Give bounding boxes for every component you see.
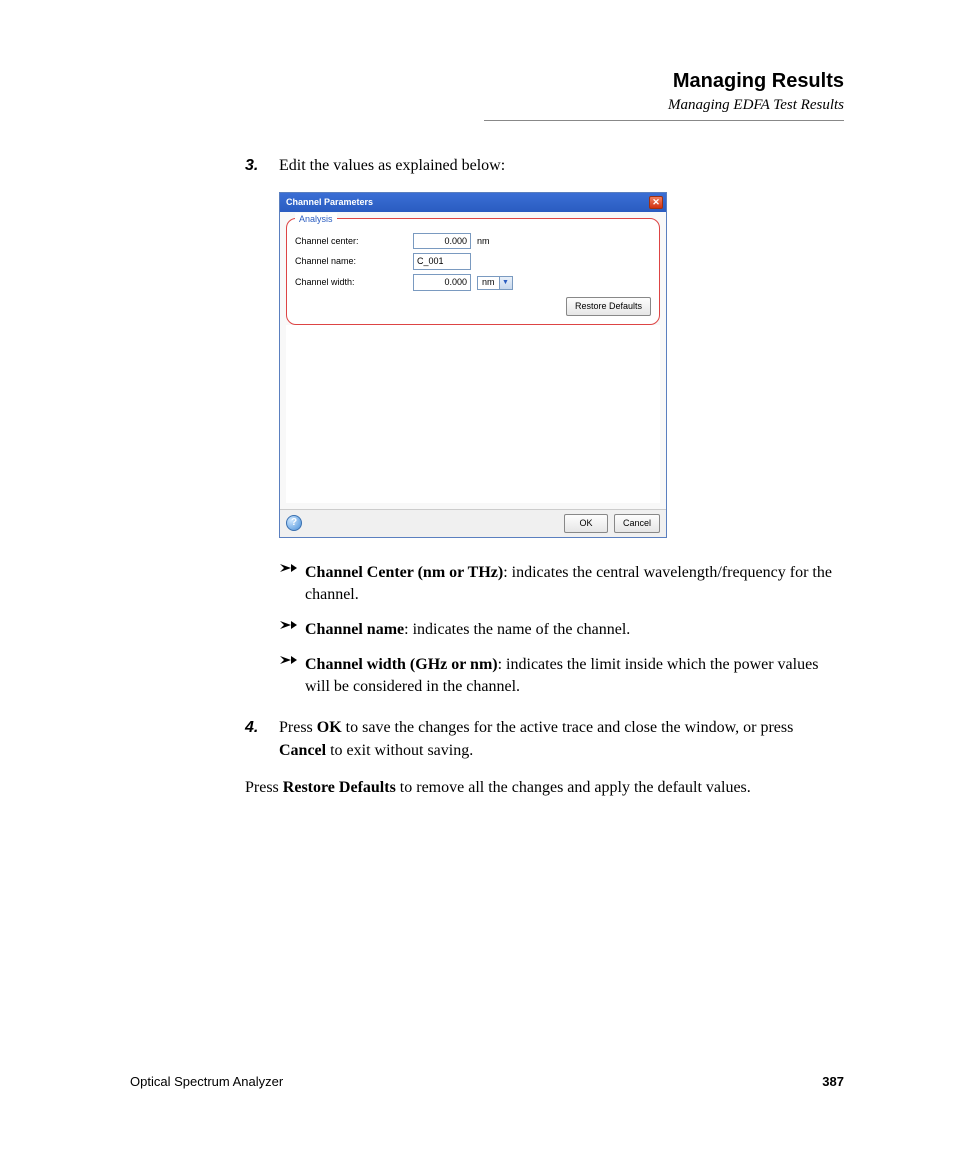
combo-channel-width-unit[interactable]: nm ▼ (477, 276, 513, 290)
step-number: 3. (245, 155, 279, 178)
dialog-button-bar: ? OK Cancel (280, 509, 666, 537)
help-icon[interactable]: ? (286, 515, 302, 531)
step-3: 3. Edit the values as explained below: (245, 155, 844, 178)
label-channel-width: Channel width: (295, 276, 413, 289)
bullet-term: Channel width (GHz or nm) (305, 656, 498, 673)
bullet-term: Channel Center (nm or THz) (305, 564, 503, 581)
header-rule (484, 120, 844, 121)
section-subtitle: Managing EDFA Test Results (130, 97, 844, 114)
arrow-icon (279, 654, 305, 699)
chevron-down-icon: ▼ (499, 277, 512, 289)
step-text: Press OK to save the changes for the act… (279, 717, 844, 762)
step-number: 4. (245, 717, 279, 762)
closing-paragraph: Press Restore Defaults to remove all the… (245, 777, 844, 800)
close-icon[interactable]: ✕ (649, 196, 663, 209)
combo-text: nm (478, 276, 499, 289)
row-channel-width: Channel width: 0.000 nm ▼ (295, 274, 651, 291)
channel-parameters-dialog: Channel Parameters ✕ Analysis Channel ce… (279, 192, 667, 538)
analysis-group: Analysis Channel center: 0.000 nm Channe… (286, 218, 660, 325)
bullet-channel-width: Channel width (GHz or nm): indicates the… (279, 654, 844, 699)
label-channel-center: Channel center: (295, 235, 413, 248)
bullet-desc: : indicates the name of the channel. (404, 621, 630, 638)
dialog-titlebar: Channel Parameters ✕ (280, 193, 666, 212)
arrow-icon (279, 562, 305, 607)
ok-button[interactable]: OK (564, 514, 608, 533)
bullet-channel-name: Channel name: indicates the name of the … (279, 619, 844, 642)
unit-channel-center: nm (477, 235, 490, 248)
step-text: Edit the values as explained below: (279, 155, 844, 178)
cancel-button[interactable]: Cancel (614, 514, 660, 533)
footer-page-number: 387 (822, 1074, 844, 1089)
step-4: 4. Press OK to save the changes for the … (245, 717, 844, 762)
section-title: Managing Results (130, 70, 844, 93)
input-channel-width[interactable]: 0.000 (413, 274, 471, 291)
bullet-channel-center: Channel Center (nm or THz): indicates th… (279, 562, 844, 607)
dialog-title: Channel Parameters (286, 196, 373, 209)
input-channel-center[interactable]: 0.000 (413, 233, 471, 250)
label-channel-name: Channel name: (295, 255, 413, 268)
input-channel-name[interactable]: C_001 (413, 253, 471, 270)
restore-defaults-button[interactable]: Restore Defaults (566, 297, 651, 316)
row-channel-center: Channel center: 0.000 nm (295, 233, 651, 250)
group-legend: Analysis (295, 213, 337, 226)
bullet-term: Channel name (305, 621, 404, 638)
dialog-figure: Channel Parameters ✕ Analysis Channel ce… (279, 192, 844, 538)
footer-product: Optical Spectrum Analyzer (130, 1074, 283, 1089)
arrow-icon (279, 619, 305, 642)
row-channel-name: Channel name: C_001 (295, 253, 651, 270)
